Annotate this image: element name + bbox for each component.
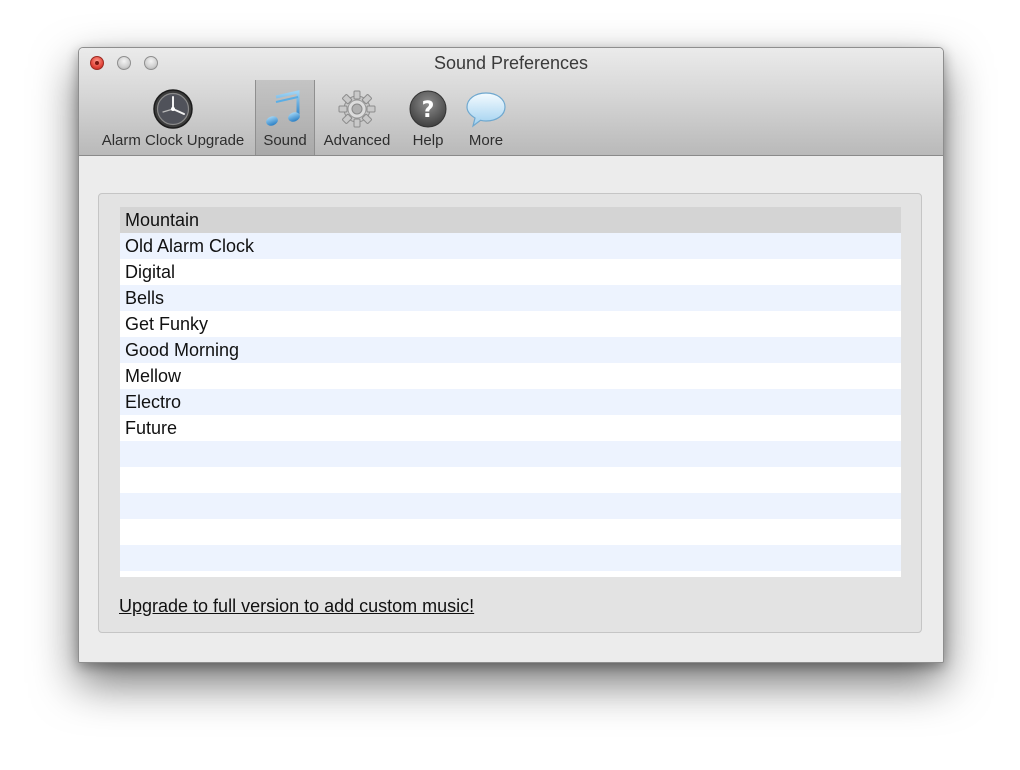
content-area: Mountain Old Alarm Clock Digital Bells G… [79, 156, 943, 662]
sound-list-item[interactable]: Get Funky [120, 311, 901, 337]
toolbar-item-help[interactable]: ? Help [401, 80, 455, 155]
sound-list-item[interactable]: Mellow [120, 363, 901, 389]
window-title: Sound Preferences [433, 53, 589, 73]
sound-list-item[interactable]: Old Alarm Clock [120, 233, 901, 259]
sound-list[interactable]: Mountain Old Alarm Clock Digital Bells G… [120, 207, 901, 577]
sound-list-item-selected[interactable]: Mountain [120, 207, 901, 233]
toolbar-item-alarm-clock-upgrade[interactable]: Alarm Clock Upgrade [87, 80, 259, 155]
speech-bubble-icon [466, 92, 506, 128]
sound-list-item[interactable]: Bells [120, 285, 901, 311]
toolbar-item-sound[interactable]: Sound [255, 80, 315, 155]
empty-list-row [120, 519, 901, 545]
sound-list-item[interactable]: Good Morning [120, 337, 901, 363]
toolbar-label: More [468, 132, 504, 149]
toolbar-item-advanced[interactable]: Advanced [319, 80, 395, 155]
preferences-window: Sound Preferences Alarm Clock Upgrade So… [78, 47, 944, 663]
empty-list-row [120, 467, 901, 493]
toolbar-label: Advanced [323, 132, 391, 149]
sound-list-item[interactable]: Electro [120, 389, 901, 415]
music-notes-icon [266, 90, 300, 126]
empty-list-row [120, 571, 901, 577]
toolbar-item-more[interactable]: More [459, 80, 513, 155]
toolbar-label: Sound [263, 132, 307, 149]
sound-list-item[interactable]: Future [120, 415, 901, 441]
svg-text:?: ? [422, 98, 435, 123]
empty-list-row [120, 545, 901, 571]
sound-group-box: Mountain Old Alarm Clock Digital Bells G… [98, 193, 922, 633]
upgrade-link[interactable]: Upgrade to full version to add custom mu… [119, 596, 474, 617]
help-icon: ? [409, 90, 447, 128]
clock-icon [153, 89, 193, 129]
gear-icon [338, 90, 376, 128]
sound-list-item[interactable]: Digital [120, 259, 901, 285]
empty-list-row [120, 441, 901, 467]
empty-list-row [120, 493, 901, 519]
toolbar-label: Alarm Clock Upgrade [101, 132, 245, 149]
toolbar-label: Help [412, 132, 444, 149]
title-bar: Sound Preferences Alarm Clock Upgrade So… [79, 48, 943, 156]
